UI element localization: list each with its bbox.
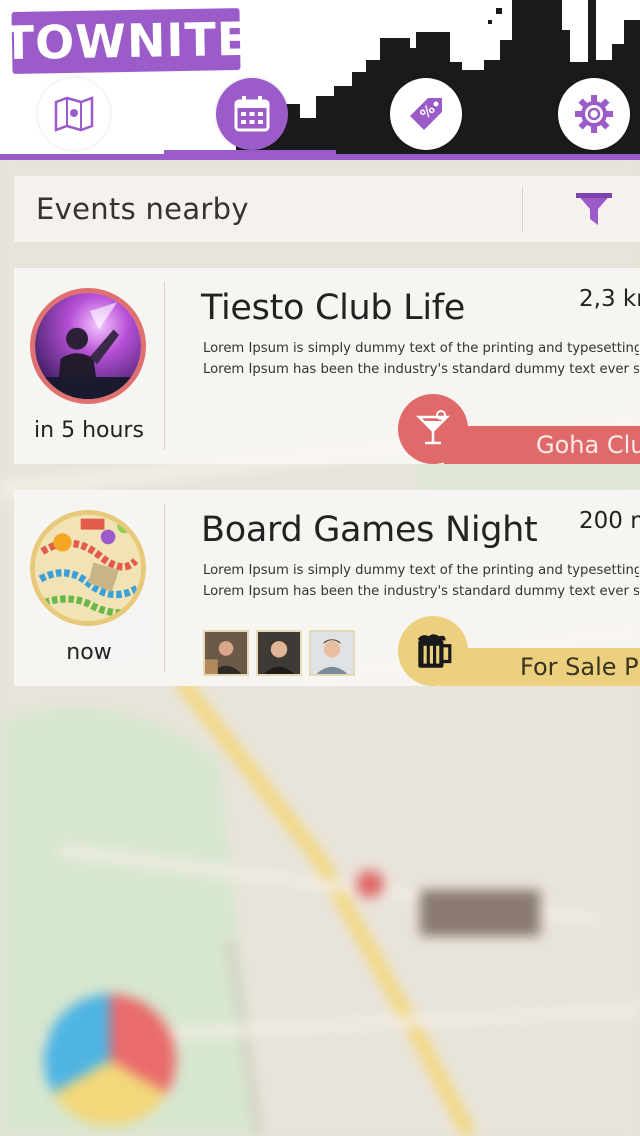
event-start-time: now [66, 640, 112, 665]
attendee-avatar[interactable] [309, 630, 355, 676]
event-card[interactable]: in 5 hours Tiesto Club Life 2,3 km Lorem… [14, 268, 640, 464]
event-thumbnail [30, 510, 146, 626]
nav-underline [0, 154, 640, 160]
filter-button[interactable] [570, 186, 618, 232]
venue-name: For Sale Pub [520, 653, 640, 681]
attendee-avatar[interactable] [256, 630, 302, 676]
board-game-photo [35, 515, 141, 621]
event-description-line: Lorem Ipsum is simply dummy text of the … [203, 341, 639, 356]
event-start-time: in 5 hours [34, 418, 144, 443]
attendee-list [203, 630, 355, 676]
attendee-avatar[interactable] [203, 630, 249, 676]
avatar [258, 632, 300, 674]
calendar-icon [234, 96, 270, 132]
event-distance: 200 m [579, 508, 640, 534]
avatar [311, 632, 353, 674]
event-title[interactable]: Board Games Night [201, 510, 538, 550]
event-thumbnail [30, 288, 146, 404]
event-description-line: Lorem Ipsum is simply dummy text of the … [203, 563, 639, 578]
venue-tag[interactable]: For Sale Pub [440, 648, 640, 686]
venue-icon-badge[interactable] [398, 394, 468, 464]
event-description-line: Lorem Ipsum has been the industry's stan… [203, 362, 639, 377]
filter-icon [576, 193, 612, 225]
event-distance: 2,3 km [579, 286, 640, 312]
nav-deals-button[interactable]: % [390, 78, 462, 150]
map-icon [54, 96, 94, 132]
event-card[interactable]: now Board Games Night 200 m Lorem Ipsum … [14, 490, 640, 686]
app-header: TOWNITE % [0, 0, 640, 160]
gear-icon [575, 95, 613, 133]
search-label: Events nearby [36, 192, 249, 226]
beer-mug-icon [418, 634, 452, 668]
card-divider [164, 282, 165, 450]
discount-tag-icon: % [410, 98, 442, 130]
event-description-line: Lorem Ipsum has been the industry's stan… [203, 584, 639, 599]
nav-map-button[interactable] [38, 78, 110, 150]
venue-tag[interactable]: Goha Club [444, 426, 640, 464]
app-logo: TOWNITE [2, 8, 250, 74]
events-search-bar[interactable]: Events nearby [14, 176, 640, 242]
dj-photo [35, 293, 141, 399]
event-description: Lorem Ipsum is simply dummy text of the … [203, 560, 639, 602]
avatar [205, 632, 247, 674]
nav-settings-button[interactable] [558, 78, 630, 150]
nav-events-button[interactable] [216, 78, 288, 150]
app-logo-text: TOWNITE [2, 11, 250, 71]
event-title[interactable]: Tiesto Club Life [201, 288, 465, 328]
cocktail-icon [415, 410, 451, 445]
event-description: Lorem Ipsum is simply dummy text of the … [203, 338, 639, 380]
filter-divider [522, 186, 523, 232]
venue-name: Goha Club [536, 431, 640, 459]
venue-icon-badge[interactable] [398, 616, 468, 686]
card-divider [164, 504, 165, 672]
